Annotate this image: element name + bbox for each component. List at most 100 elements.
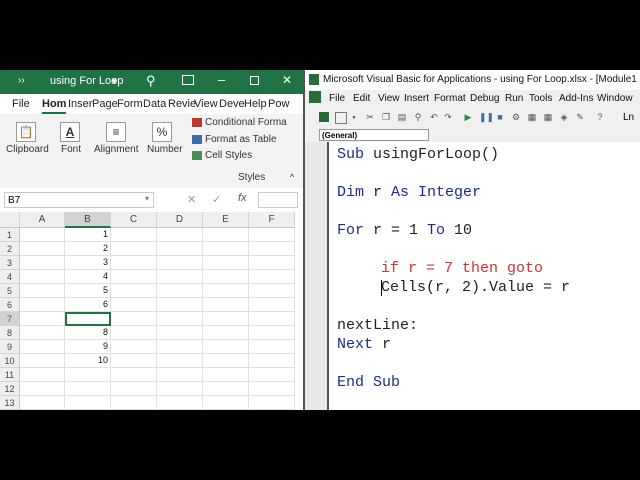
- cell-f13[interactable]: [249, 396, 295, 410]
- row-header-11[interactable]: 11: [0, 368, 20, 382]
- name-box[interactable]: B7: [4, 192, 154, 208]
- object-dropdown[interactable]: (General): [319, 129, 429, 141]
- format-as-table-button[interactable]: Format as Table: [205, 134, 277, 145]
- cell-b3[interactable]: 3: [65, 256, 111, 270]
- tab-view[interactable]: View: [194, 98, 218, 110]
- cell-c6[interactable]: [111, 298, 157, 312]
- cell-f7[interactable]: [249, 312, 295, 326]
- reset-icon[interactable]: ■: [495, 112, 505, 122]
- font-group[interactable]: Font: [61, 144, 81, 155]
- cell-e12[interactable]: [203, 382, 249, 396]
- formula-input[interactable]: [258, 192, 298, 208]
- cell-e6[interactable]: [203, 298, 249, 312]
- code-editor[interactable]: Sub usingForLoop() Dim r As Integer For …: [327, 142, 640, 410]
- cell-e9[interactable]: [203, 340, 249, 354]
- cell-a12[interactable]: [20, 382, 65, 396]
- menu-view[interactable]: View: [378, 93, 400, 104]
- find-icon[interactable]: ⚲: [413, 112, 423, 122]
- row-header-6[interactable]: 6: [0, 298, 20, 312]
- cell-b5[interactable]: 5: [65, 284, 111, 298]
- cell-e13[interactable]: [203, 396, 249, 410]
- cell-c2[interactable]: [111, 242, 157, 256]
- cell-d9[interactable]: [157, 340, 203, 354]
- cell-b9[interactable]: 9: [65, 340, 111, 354]
- cell-c3[interactable]: [111, 256, 157, 270]
- cell-f5[interactable]: [249, 284, 295, 298]
- cell-d3[interactable]: [157, 256, 203, 270]
- clipboard-group[interactable]: Clipboard: [6, 144, 49, 155]
- cell-b12[interactable]: [65, 382, 111, 396]
- quick-access-chevron-icon[interactable]: ››: [18, 75, 25, 86]
- cell-a6[interactable]: [20, 298, 65, 312]
- row-header-5[interactable]: 5: [0, 284, 20, 298]
- column-header-c[interactable]: C: [111, 212, 157, 228]
- alignment-group[interactable]: Alignment: [94, 144, 138, 155]
- undo-icon[interactable]: ↶: [429, 112, 439, 122]
- insert-module-icon[interactable]: [335, 112, 347, 124]
- insert-function-icon[interactable]: fx: [238, 192, 247, 204]
- save-icon[interactable]: ▪: [349, 112, 359, 122]
- menu-file[interactable]: File: [329, 93, 345, 104]
- cell-c10[interactable]: [111, 354, 157, 368]
- percent-icon[interactable]: %: [152, 122, 172, 142]
- column-header-e[interactable]: E: [203, 212, 249, 228]
- paste-icon[interactable]: ▤: [397, 112, 407, 122]
- cut-icon[interactable]: ✂: [365, 112, 375, 122]
- cell-b6[interactable]: 6: [65, 298, 111, 312]
- cell-f8[interactable]: [249, 326, 295, 340]
- cell-f9[interactable]: [249, 340, 295, 354]
- menu-edit[interactable]: Edit: [353, 93, 370, 104]
- row-header-3[interactable]: 3: [0, 256, 20, 270]
- cell-e5[interactable]: [203, 284, 249, 298]
- cell-a4[interactable]: [20, 270, 65, 284]
- cell-e7[interactable]: [203, 312, 249, 326]
- tab-power[interactable]: Pow: [268, 98, 289, 110]
- cell-f1[interactable]: [249, 228, 295, 242]
- tab-home[interactable]: Hom: [42, 98, 67, 114]
- cell-c11[interactable]: [111, 368, 157, 382]
- cell-e10[interactable]: [203, 354, 249, 368]
- row-header-13[interactable]: 13: [0, 396, 20, 410]
- enter-icon[interactable]: ✓: [212, 193, 221, 206]
- cell-d6[interactable]: [157, 298, 203, 312]
- cell-b10[interactable]: 10: [65, 354, 111, 368]
- cell-b4[interactable]: 4: [65, 270, 111, 284]
- column-header-a[interactable]: A: [20, 212, 65, 228]
- worksheet-grid[interactable]: ABCDEF 1 1 2 2 3 3 4 4 5 5 6 6 7 8 8 9 9 10 10 11 12 13: [0, 212, 303, 410]
- cell-d12[interactable]: [157, 382, 203, 396]
- help-icon[interactable]: ?: [595, 112, 605, 122]
- cell-b13[interactable]: [65, 396, 111, 410]
- cell-d2[interactable]: [157, 242, 203, 256]
- ribbon-display-icon[interactable]: [182, 75, 194, 85]
- code-margin[interactable]: [305, 142, 327, 410]
- cell-f10[interactable]: [249, 354, 295, 368]
- clipboard-icon[interactable]: 📋: [16, 122, 36, 142]
- column-header-f[interactable]: F: [249, 212, 295, 228]
- vba-menu-icon[interactable]: [309, 91, 321, 103]
- cell-a3[interactable]: [20, 256, 65, 270]
- cell-d1[interactable]: [157, 228, 203, 242]
- menu-tools[interactable]: Tools: [529, 93, 552, 104]
- cell-a8[interactable]: [20, 326, 65, 340]
- cell-b1[interactable]: 1: [65, 228, 111, 242]
- cell-c12[interactable]: [111, 382, 157, 396]
- tab-formulas[interactable]: Form: [117, 98, 143, 110]
- minimize-icon[interactable]: –: [218, 72, 225, 87]
- cell-a9[interactable]: [20, 340, 65, 354]
- menu-window[interactable]: Window: [597, 93, 633, 104]
- cell-f4[interactable]: [249, 270, 295, 284]
- cell-f6[interactable]: [249, 298, 295, 312]
- tab-help[interactable]: Help: [244, 98, 267, 110]
- column-header-b[interactable]: B: [65, 212, 111, 228]
- row-header-2[interactable]: 2: [0, 242, 20, 256]
- copy-icon[interactable]: ❐: [381, 112, 391, 122]
- number-group[interactable]: Number: [147, 144, 183, 155]
- cell-b11[interactable]: [65, 368, 111, 382]
- break-icon[interactable]: ❚❚: [479, 112, 494, 122]
- cell-d4[interactable]: [157, 270, 203, 284]
- conditional-formatting-button[interactable]: Conditional Forma: [205, 117, 287, 128]
- cell-d8[interactable]: [157, 326, 203, 340]
- cell-e4[interactable]: [203, 270, 249, 284]
- cell-b8[interactable]: 8: [65, 326, 111, 340]
- cell-c7[interactable]: [111, 312, 157, 326]
